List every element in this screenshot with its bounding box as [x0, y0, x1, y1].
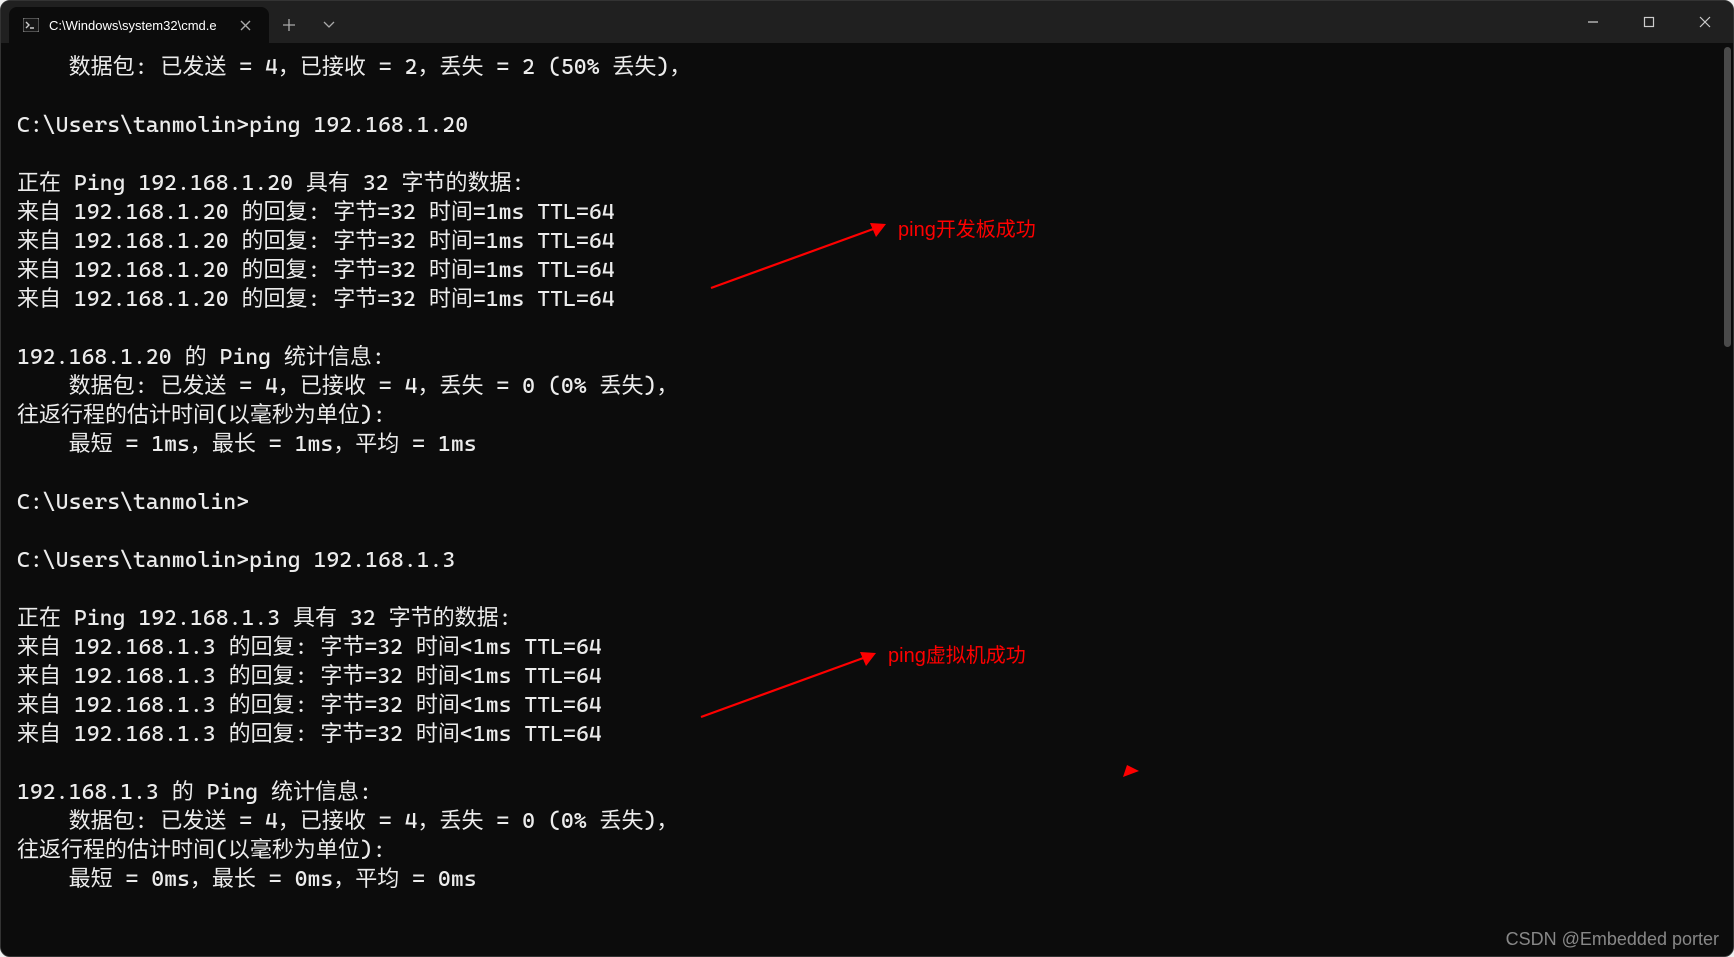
- terminal-line: 最短 = 0ms，最长 = 0ms，平均 = 0ms: [17, 865, 1717, 894]
- tab-title: C:\Windows\system32\cmd.e: [49, 18, 225, 33]
- terminal-output[interactable]: 数据包: 已发送 = 4，已接收 = 2，丢失 = 2 (50% 丢失)， C:…: [1, 43, 1733, 956]
- terminal-line: 数据包: 已发送 = 4，已接收 = 2，丢失 = 2 (50% 丢失)，: [17, 53, 1717, 82]
- terminal-line: 数据包: 已发送 = 4，已接收 = 4，丢失 = 0 (0% 丢失)，: [17, 372, 1717, 401]
- window-controls: [1565, 1, 1733, 43]
- terminal-line: 往返行程的估计时间(以毫秒为单位):: [17, 401, 1717, 430]
- terminal-line: 192.168.1.20 的 Ping 统计信息:: [17, 343, 1717, 372]
- terminal-line: 来自 192.168.1.20 的回复: 字节=32 时间=1ms TTL=64: [17, 285, 1717, 314]
- terminal-line: 正在 Ping 192.168.1.3 具有 32 字节的数据:: [17, 604, 1717, 633]
- terminal-line: [17, 517, 1717, 546]
- terminal-line: [17, 749, 1717, 778]
- terminal-line: [17, 459, 1717, 488]
- cmd-icon: [23, 17, 39, 33]
- terminal-line: 最短 = 1ms，最长 = 1ms，平均 = 1ms: [17, 430, 1717, 459]
- terminal-line: 来自 192.168.1.3 的回复: 字节=32 时间<1ms TTL=64: [17, 662, 1717, 691]
- terminal-line: 数据包: 已发送 = 4，已接收 = 4，丢失 = 0 (0% 丢失)，: [17, 807, 1717, 836]
- active-tab[interactable]: C:\Windows\system32\cmd.e: [9, 7, 269, 43]
- new-tab-button[interactable]: [269, 7, 309, 43]
- terminal-line: 来自 192.168.1.20 的回复: 字节=32 时间=1ms TTL=64: [17, 198, 1717, 227]
- terminal-line: [17, 314, 1717, 343]
- terminal-window: C:\Windows\system32\cmd.e 数据包: 已发送 = 4，已…: [0, 0, 1734, 957]
- vertical-scrollbar-thumb[interactable]: [1724, 47, 1731, 347]
- terminal-line: C:\Users\tanmolin>ping 192.168.1.20: [17, 111, 1717, 140]
- maximize-button[interactable]: [1621, 1, 1677, 43]
- terminal-line: 来自 192.168.1.3 的回复: 字节=32 时间<1ms TTL=64: [17, 720, 1717, 749]
- titlebar[interactable]: C:\Windows\system32\cmd.e: [1, 1, 1733, 43]
- terminal-line: 192.168.1.3 的 Ping 统计信息:: [17, 778, 1717, 807]
- terminal-line: 正在 Ping 192.168.1.20 具有 32 字节的数据:: [17, 169, 1717, 198]
- terminal-line: C:\Users\tanmolin>: [17, 488, 1717, 517]
- terminal-line: C:\Users\tanmolin>ping 192.168.1.3: [17, 546, 1717, 575]
- terminal-line: [17, 82, 1717, 111]
- csdn-watermark: CSDN @Embedded porter: [1506, 929, 1719, 950]
- terminal-line: 来自 192.168.1.3 的回复: 字节=32 时间<1ms TTL=64: [17, 633, 1717, 662]
- terminal-line: 往返行程的估计时间(以毫秒为单位):: [17, 836, 1717, 865]
- minimize-button[interactable]: [1565, 1, 1621, 43]
- terminal-line: [17, 140, 1717, 169]
- tab-dropdown-button[interactable]: [309, 7, 349, 43]
- tab-close-button[interactable]: [235, 15, 255, 35]
- terminal-line: [17, 575, 1717, 604]
- terminal-line: 来自 192.168.1.20 的回复: 字节=32 时间=1ms TTL=64: [17, 227, 1717, 256]
- titlebar-drag-area[interactable]: [349, 1, 1565, 43]
- close-button[interactable]: [1677, 1, 1733, 43]
- terminal-line: 来自 192.168.1.3 的回复: 字节=32 时间<1ms TTL=64: [17, 691, 1717, 720]
- terminal-line: 来自 192.168.1.20 的回复: 字节=32 时间=1ms TTL=64: [17, 256, 1717, 285]
